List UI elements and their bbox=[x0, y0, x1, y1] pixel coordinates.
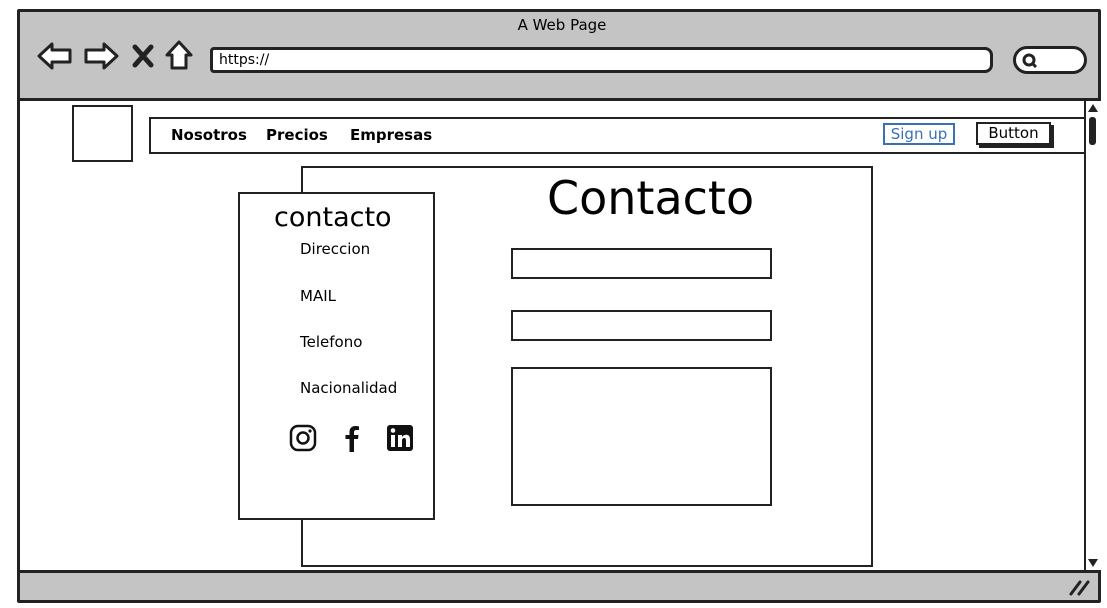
forward-arrow-icon[interactable] bbox=[82, 40, 120, 72]
instagram-icon[interactable] bbox=[289, 424, 317, 452]
card-item-telefono: Telefono bbox=[300, 333, 363, 351]
facebook-icon[interactable] bbox=[338, 424, 366, 452]
contact-input-1[interactable] bbox=[511, 248, 772, 279]
card-item-mail: MAIL bbox=[300, 287, 336, 305]
card-item-direccion: Direccion bbox=[300, 240, 371, 258]
back-arrow-icon[interactable] bbox=[36, 40, 74, 72]
linkedin-icon[interactable] bbox=[386, 424, 414, 452]
nav-link-precios[interactable]: Precios bbox=[266, 126, 328, 144]
logo-placeholder bbox=[72, 105, 133, 162]
contact-input-2[interactable] bbox=[511, 310, 772, 341]
resize-grip-icon[interactable] bbox=[1068, 578, 1090, 596]
card-title: contacto bbox=[274, 202, 392, 233]
nav-link-nosotros[interactable]: Nosotros bbox=[171, 126, 247, 144]
card-item-nacionalidad: Nacionalidad bbox=[300, 379, 398, 397]
vertical-scrollbar[interactable] bbox=[1084, 98, 1101, 573]
search-icon bbox=[1022, 53, 1038, 69]
nav-link-empresas[interactable]: Empresas bbox=[350, 126, 432, 144]
page-title: Contacto bbox=[547, 171, 755, 225]
signup-button[interactable]: Sign up bbox=[883, 123, 955, 145]
header-button[interactable]: Button bbox=[976, 122, 1051, 145]
scroll-down-icon[interactable] bbox=[1087, 558, 1099, 568]
scroll-thumb[interactable] bbox=[1089, 117, 1096, 145]
window-title: A Web Page bbox=[517, 16, 607, 34]
message-textarea[interactable] bbox=[511, 367, 772, 506]
url-input[interactable]: https:// bbox=[210, 47, 993, 73]
navbar: Nosotros Precios Empresas Sign up Button bbox=[149, 117, 1087, 154]
scroll-up-icon[interactable] bbox=[1087, 103, 1099, 113]
browser-window: A Web Page https:// Nosotros Precios Emp… bbox=[17, 9, 1101, 603]
contact-card: contacto Direccion MAIL Telefono Naciona… bbox=[238, 192, 435, 520]
page-viewport: Nosotros Precios Empresas Sign up Button… bbox=[20, 98, 1087, 573]
browser-search-field[interactable] bbox=[1013, 46, 1087, 74]
home-icon[interactable] bbox=[163, 38, 195, 72]
close-icon[interactable] bbox=[130, 42, 156, 70]
